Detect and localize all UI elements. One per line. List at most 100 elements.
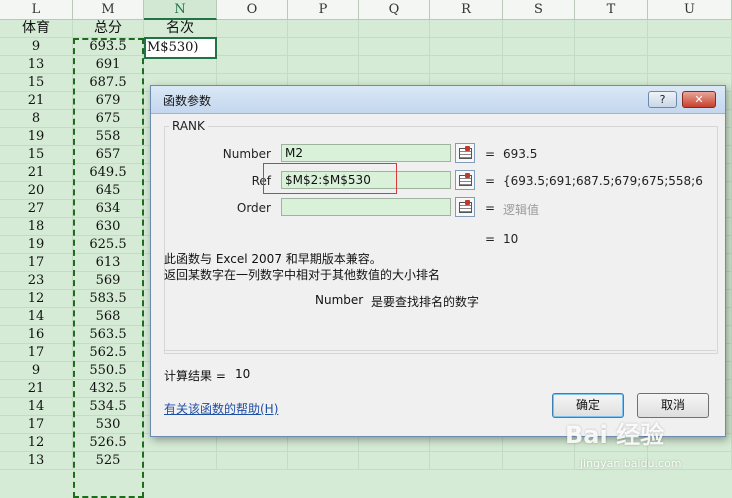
- dialog-titlebar[interactable]: 函数参数 ? ✕: [151, 86, 725, 114]
- table-cell[interactable]: 17: [0, 344, 73, 362]
- table-cell[interactable]: [359, 56, 430, 74]
- compat-description: 此函数与 Excel 2007 和早期版本兼容。: [164, 252, 382, 266]
- table-cell[interactable]: [359, 452, 430, 470]
- dialog-title: 函数参数: [163, 94, 212, 108]
- header-cell[interactable]: [288, 20, 359, 38]
- table-cell[interactable]: 15: [0, 74, 73, 92]
- table-cell[interactable]: 8: [0, 110, 73, 128]
- active-cell-N2[interactable]: M$530): [144, 37, 217, 59]
- ref-highlight-box: [263, 163, 397, 194]
- function-arguments-dialog: 函数参数 ? ✕ RANK Number M2 = 693.5 Ref $M$2…: [150, 85, 726, 437]
- table-cell[interactable]: 21: [0, 92, 73, 110]
- column-header-S[interactable]: S: [503, 0, 575, 20]
- table-cell[interactable]: [503, 56, 575, 74]
- column-header-O[interactable]: O: [217, 0, 288, 20]
- table-cell[interactable]: 23: [0, 272, 73, 290]
- watermark: Bai 经验 jingyan.baidu.com: [565, 415, 682, 470]
- function-description: 返回某数字在一列数字中相对于其他数值的大小排名: [164, 268, 441, 282]
- order-label: Order: [236, 201, 271, 215]
- table-cell[interactable]: 16: [0, 326, 73, 344]
- number-equals: =: [485, 147, 496, 161]
- ref-label: Ref: [251, 174, 271, 188]
- table-cell[interactable]: [503, 452, 575, 470]
- table-cell[interactable]: [288, 38, 359, 56]
- table-cell[interactable]: 14: [0, 308, 73, 326]
- table-cell[interactable]: [575, 56, 648, 74]
- table-cell[interactable]: [430, 56, 503, 74]
- range-arrow-icon: [465, 146, 470, 151]
- column-header-Q[interactable]: Q: [359, 0, 430, 20]
- table-cell[interactable]: 9: [0, 362, 73, 380]
- order-collapse-button[interactable]: [455, 197, 475, 217]
- table-cell[interactable]: 13: [0, 56, 73, 74]
- header-cell[interactable]: [430, 20, 503, 38]
- function-name: RANK: [169, 119, 208, 133]
- column-header-N[interactable]: N: [144, 0, 217, 20]
- table-cell[interactable]: [288, 452, 359, 470]
- table-cell[interactable]: 21: [0, 164, 73, 182]
- table-cell[interactable]: [430, 38, 503, 56]
- table-cell[interactable]: [503, 38, 575, 56]
- table-cell[interactable]: 14: [0, 398, 73, 416]
- column-header-L[interactable]: L: [0, 0, 73, 20]
- table-cell[interactable]: 19: [0, 236, 73, 254]
- table-cell[interactable]: [217, 38, 288, 56]
- table-cell[interactable]: 15: [0, 146, 73, 164]
- number-collapse-button[interactable]: [455, 143, 475, 163]
- number-result: 693.5: [503, 147, 538, 161]
- table-cell[interactable]: 17: [0, 254, 73, 272]
- watermark-url: jingyan.baidu.com: [580, 457, 682, 470]
- table-cell[interactable]: [144, 452, 217, 470]
- table-cell[interactable]: 17: [0, 416, 73, 434]
- order-input[interactable]: [281, 198, 451, 216]
- function-help-link[interactable]: 有关该函数的帮助(H): [164, 400, 278, 417]
- table-cell[interactable]: 18: [0, 218, 73, 236]
- header-cell[interactable]: [217, 20, 288, 38]
- order-equals: =: [485, 201, 496, 215]
- column-header-P[interactable]: P: [288, 0, 359, 20]
- header-cell[interactable]: [575, 20, 648, 38]
- calc-result-value: 10: [235, 367, 251, 381]
- close-button[interactable]: ✕: [682, 91, 716, 108]
- order-result: 逻辑值: [503, 203, 540, 217]
- formula-equals: =: [485, 232, 496, 246]
- watermark-logo: Bai 经验: [565, 421, 665, 449]
- formula-result: 10: [503, 232, 519, 246]
- header-cell[interactable]: 体育: [0, 20, 73, 38]
- table-cell[interactable]: 13: [0, 452, 73, 470]
- table-cell[interactable]: [575, 38, 648, 56]
- separator: [164, 350, 716, 351]
- number-input[interactable]: M2: [281, 144, 451, 162]
- header-cell[interactable]: 总分: [73, 20, 144, 38]
- table-cell[interactable]: 20: [0, 182, 73, 200]
- ref-collapse-button[interactable]: [455, 170, 475, 190]
- header-cell[interactable]: [359, 20, 430, 38]
- help-button[interactable]: ?: [648, 91, 677, 108]
- table-cell[interactable]: 12: [0, 290, 73, 308]
- column-header-T[interactable]: T: [575, 0, 648, 20]
- table-cell[interactable]: 19: [0, 128, 73, 146]
- header-cell[interactable]: [648, 20, 732, 38]
- arg-help-text: 是要查找排名的数字: [371, 295, 480, 309]
- calc-result-label: 计算结果 =: [164, 369, 226, 383]
- table-cell[interactable]: [430, 452, 503, 470]
- table-cell[interactable]: 21: [0, 380, 73, 398]
- ref-equals: =: [485, 174, 496, 188]
- arg-help-name: Number: [315, 293, 364, 307]
- header-cell[interactable]: [503, 20, 575, 38]
- table-cell[interactable]: [648, 56, 732, 74]
- ref-result: {693.5;691;687.5;679;675;558;657;6: [503, 174, 703, 188]
- range-arrow-icon: [465, 173, 470, 178]
- table-cell[interactable]: [217, 56, 288, 74]
- column-header-U[interactable]: U: [648, 0, 732, 20]
- table-cell[interactable]: [359, 38, 430, 56]
- table-cell[interactable]: 9: [0, 38, 73, 56]
- column-header-M[interactable]: M: [73, 0, 144, 20]
- column-header-R[interactable]: R: [430, 0, 503, 20]
- table-cell[interactable]: [648, 38, 732, 56]
- table-cell[interactable]: 27: [0, 200, 73, 218]
- header-cell[interactable]: 名次: [144, 20, 217, 38]
- table-cell[interactable]: [217, 452, 288, 470]
- table-cell[interactable]: [288, 56, 359, 74]
- table-cell[interactable]: 12: [0, 434, 73, 452]
